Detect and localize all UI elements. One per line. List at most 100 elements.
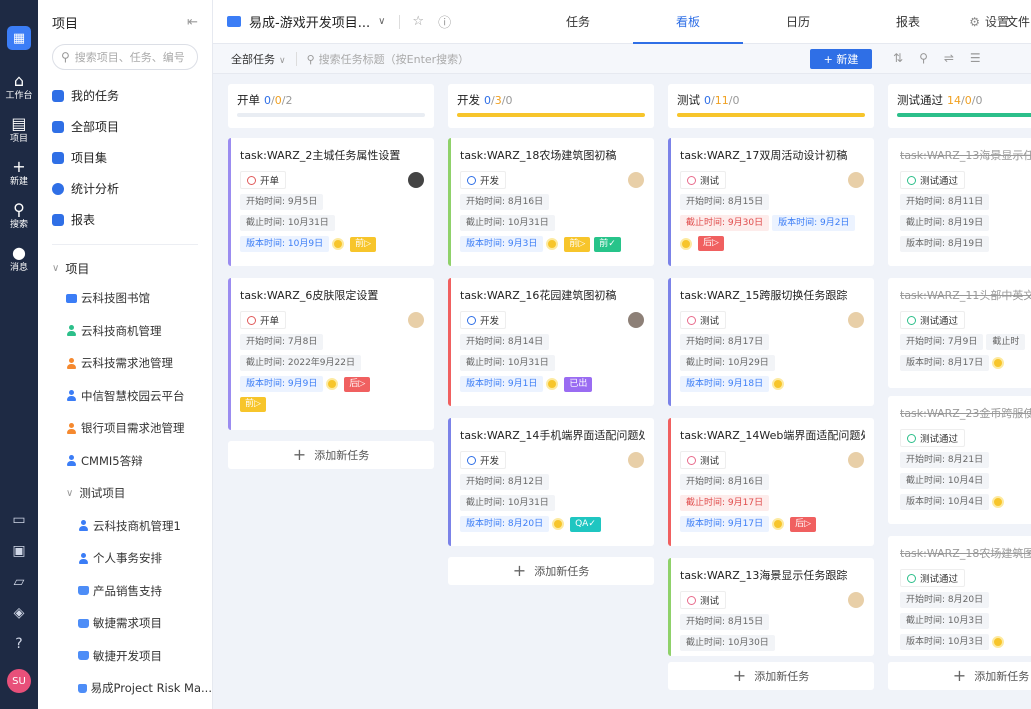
settings-button[interactable]: ⚙ 设置 — [969, 0, 1009, 44]
adjust-icon[interactable]: ⇌ — [944, 51, 954, 65]
calendar-icon[interactable]: ▣ — [12, 543, 25, 559]
project-label: 易成Project Risk Ma... — [90, 681, 212, 696]
star-icon[interactable]: ☆ — [412, 14, 424, 29]
project-label: 银行项目需求池管理 — [81, 421, 185, 436]
task-card[interactable]: task:WARZ_17双周活动设计初稿 测试 开始时间: 8月15日 截止时间… — [668, 138, 874, 266]
document-icon[interactable]: ▭ — [12, 512, 25, 528]
project-item[interactable]: 云科技商机管理 — [38, 315, 212, 348]
status-text: 测试 — [700, 316, 720, 327]
app-logo-icon[interactable]: ▦ — [7, 26, 31, 50]
add-task-button[interactable]: + 添加新任务 — [228, 441, 434, 469]
task-card[interactable]: task:WARZ_13海景显示任务跟踪 测试 开始时间: 8月15日 截止时间… — [668, 558, 874, 656]
tab-tasks[interactable]: 任务 — [523, 0, 633, 44]
avatar[interactable] — [628, 172, 644, 188]
rail-label: 工作台 — [5, 91, 33, 101]
version-date: 版本时间: 8月20日 — [460, 516, 550, 532]
avatar[interactable] — [628, 312, 644, 328]
folder-item[interactable]: ∨ 测试项目 — [38, 477, 212, 510]
column-header: 测试通过 14/0/0 — [888, 84, 1031, 128]
project-item[interactable]: 产品销售支持 — [38, 575, 212, 608]
avatar[interactable] — [848, 452, 864, 468]
help-icon[interactable]: ? — [15, 636, 22, 652]
chevron-down-icon[interactable]: ∨ — [378, 16, 385, 27]
task-card[interactable]: task:WARZ_13海景显示任务 测试通过 开始时间: 8月11日 截止时间… — [888, 138, 1031, 266]
project-item[interactable]: 云科技图书馆 — [38, 282, 212, 315]
task-title: task:WARZ_6皮肤限定设置 — [240, 289, 379, 302]
project-item[interactable]: CMMI5答辩 — [38, 445, 212, 478]
tab-board[interactable]: 看板 — [633, 0, 743, 44]
task-title: task:WARZ_14Web端界面适配问题处理 — [680, 429, 865, 442]
menu-all-projects[interactable]: 全部项目 — [38, 111, 212, 142]
rail-workbench[interactable]: ⌂ 工作台 — [5, 72, 32, 102]
project-item[interactable]: 银行项目需求池管理 — [38, 412, 212, 445]
project-name[interactable]: 易成-游戏开发项目... — [249, 12, 370, 31]
task-search-input[interactable]: ⚲ 搜索任务标题（按Enter搜索） — [307, 51, 470, 67]
project-item[interactable]: 易成Project Risk Ma... — [38, 672, 212, 705]
new-task-button[interactable]: + 新建 — [810, 49, 872, 69]
info-icon[interactable]: ⓘ — [438, 12, 451, 31]
cube-icon[interactable]: ◈ — [14, 605, 25, 621]
task-card[interactable]: task:WARZ_18农场建筑图初稿 开发 开始时间: 8月16日 截止时间:… — [448, 138, 654, 266]
filter-icon[interactable]: ⚲ — [919, 51, 928, 65]
project-item[interactable]: 中信智慧校园云平台 — [38, 380, 212, 413]
avatar[interactable] — [848, 172, 864, 188]
rail-new[interactable]: + 新建 — [10, 158, 28, 188]
search-icon: ⚲ — [306, 52, 315, 66]
add-task-button[interactable]: + 添加新任务 — [668, 662, 874, 690]
avatar[interactable] — [628, 452, 644, 468]
status-text: 测试通过 — [920, 434, 959, 445]
person-icon — [78, 520, 89, 532]
rail-message[interactable]: ● 消息 — [10, 244, 28, 274]
user-avatar[interactable]: SU — [7, 669, 31, 693]
task-title: task:WARZ_16花园建筑图初稿 — [460, 289, 617, 302]
version-date: 版本时间: 9月2日 — [772, 215, 856, 231]
sort-icon[interactable]: ⇅ — [893, 51, 903, 65]
task-card[interactable]: task:WARZ_16花园建筑图初稿 开发 开始时间: 8月14日 截止时间:… — [448, 278, 654, 406]
task-card[interactable]: task:WARZ_23金币跨服使 测试通过 开始时间: 8月21日 截止时间:… — [888, 396, 1031, 524]
project-item[interactable]: 云科技需求池管理 — [38, 347, 212, 380]
status-badge: 测试通过 — [900, 429, 966, 447]
task-filter-dropdown[interactable]: 全部任务 ∨ — [231, 51, 286, 67]
start-date: 开始时间: 8月15日 — [680, 614, 770, 630]
avatar[interactable] — [408, 172, 424, 188]
menu-statistics[interactable]: 统计分析 — [38, 173, 212, 204]
task-card[interactable]: task:WARZ_14手机端界面适配问题处理 开发 开始时间: 8月12日 截… — [448, 418, 654, 546]
project-item[interactable]: 云科技商机管理1 — [38, 510, 212, 543]
project-item[interactable]: 敏捷需求项目 — [38, 607, 212, 640]
collapse-icon[interactable]: ⇤ — [187, 15, 198, 30]
priority-icon — [992, 357, 1005, 369]
avatar[interactable] — [848, 312, 864, 328]
add-task-button[interactable]: + 添加新任务 — [448, 557, 654, 585]
status-icon — [467, 455, 476, 465]
person-icon — [66, 325, 77, 337]
task-card[interactable]: task:WARZ_6皮肤限定设置 开单 开始时间: 7月8日 截止时间: 20… — [228, 278, 434, 430]
sidebar-search-input[interactable]: ⚲ 搜索项目、任务、编号 — [52, 44, 198, 70]
project-label: CMMI5答辩 — [81, 453, 143, 468]
task-card[interactable]: task:WARZ_11头部中英文对 测试通过 开始时间: 7月9日 截止时 版本… — [888, 278, 1031, 388]
divider — [295, 51, 297, 66]
folder-icon[interactable]: ▱ — [14, 574, 25, 590]
rail-project[interactable]: ▤ 项目 — [10, 115, 28, 145]
task-card[interactable]: task:WARZ_15跨服切换任务跟踪 测试 开始时间: 8月17日 截止时间… — [668, 278, 874, 406]
rail-search[interactable]: ⚲ 搜索 — [10, 201, 28, 231]
project-item[interactable]: 个人事务安排 — [38, 542, 212, 575]
list-view-icon[interactable]: ☰ — [970, 51, 981, 65]
menu-my-tasks[interactable]: 我的任务 — [38, 80, 212, 111]
project-tree-header[interactable]: ∨ 项目 — [38, 254, 212, 282]
add-task-button[interactable]: + 添加新任务 — [888, 662, 1031, 690]
tab-calendar[interactable]: 日历 — [743, 0, 853, 44]
project-item[interactable]: 敏捷开发项目 — [38, 640, 212, 673]
count-c: 0 — [975, 94, 983, 107]
menu-label: 项目集 — [71, 151, 108, 165]
tab-reports[interactable]: 报表 — [853, 0, 963, 44]
task-card[interactable]: task:WARZ_18农场建筑图 测试通过 开始时间: 8月20日 截止时间:… — [888, 536, 1031, 656]
task-card[interactable]: task:WARZ_14Web端界面适配问题处理 测试 开始时间: 8月16日 … — [668, 418, 874, 546]
person-icon — [78, 552, 89, 564]
avatar[interactable] — [848, 592, 864, 608]
menu-reports[interactable]: 报表 — [38, 204, 212, 235]
divider — [52, 244, 198, 245]
task-card[interactable]: task:WARZ_2主城任务属性设置 开单 开始时间: 9月5日 截止时间: … — [228, 138, 434, 266]
task-title: task:WARZ_13海景显示任务 — [900, 149, 1031, 162]
menu-project-set[interactable]: 项目集 — [38, 142, 212, 173]
avatar[interactable] — [408, 312, 424, 328]
